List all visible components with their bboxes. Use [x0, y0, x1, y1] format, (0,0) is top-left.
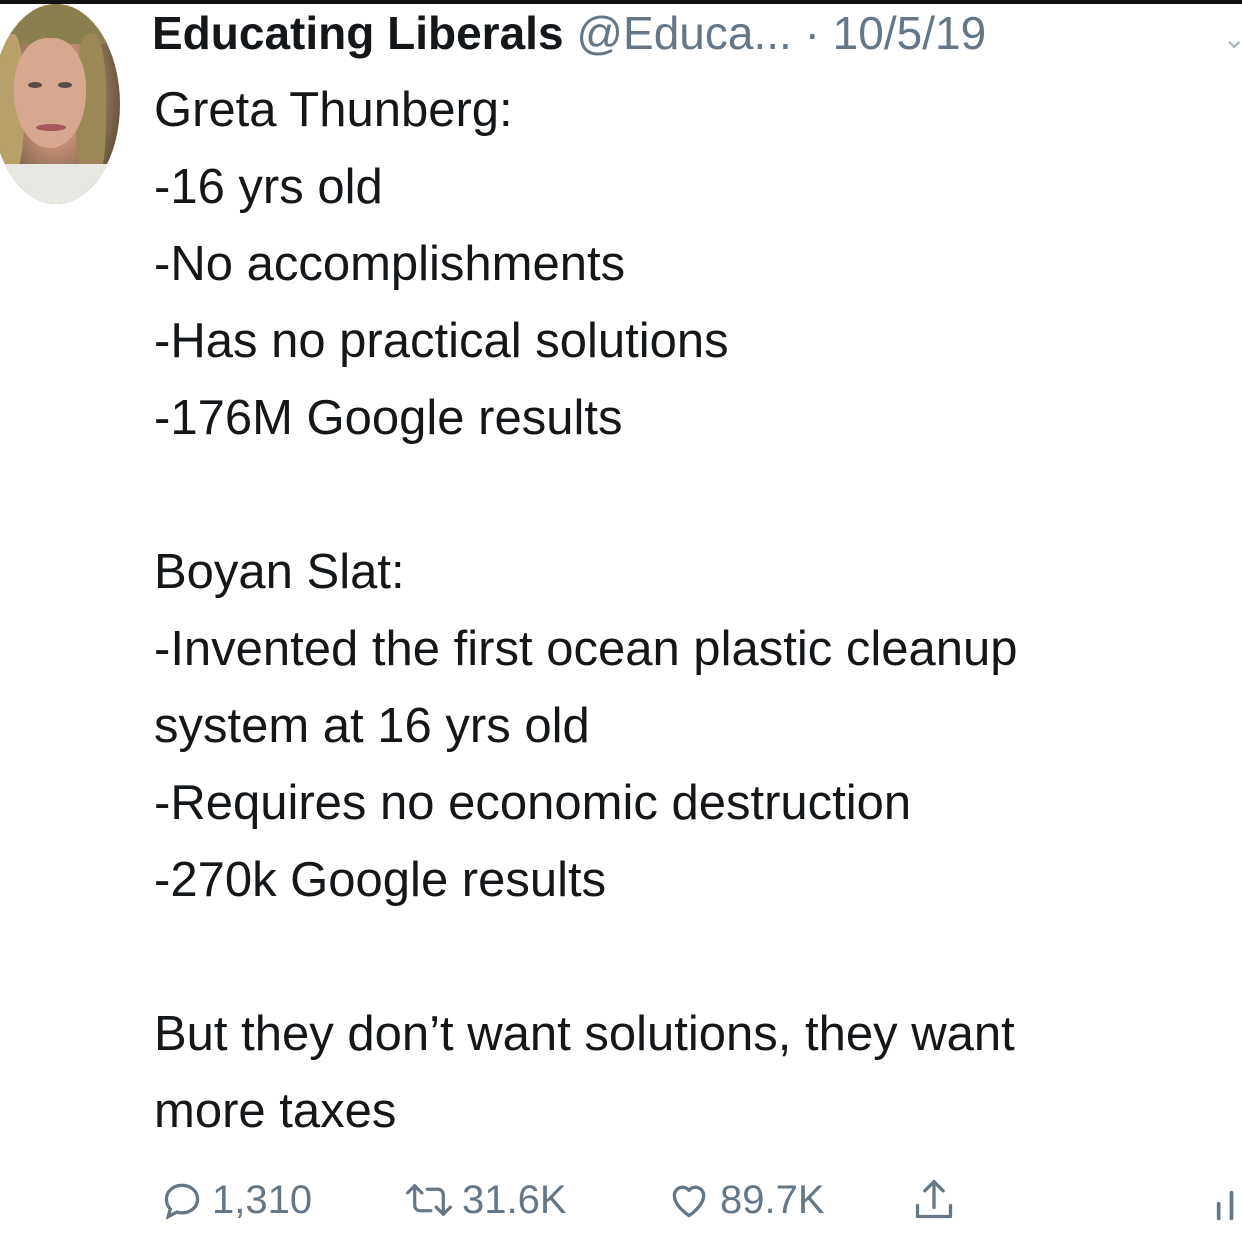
- top-edge: [0, 0, 1242, 4]
- tweet-actions: 1,310 31.6K 89.7K: [160, 1170, 1242, 1230]
- like-count: 89.7K: [720, 1177, 825, 1222]
- reply-icon: [160, 1178, 204, 1222]
- heart-icon: [666, 1178, 712, 1222]
- reply-button[interactable]: 1,310: [160, 1170, 312, 1230]
- tweet-header: Educating Liberals @Educa... · 10/5/19 ⌄: [152, 8, 1242, 58]
- avatar-eye: [28, 82, 42, 88]
- analytics-button[interactable]: [1210, 1170, 1242, 1230]
- tweet-text: Greta Thunberg: -16 yrs old -No accompli…: [154, 72, 1242, 1150]
- handle[interactable]: @Educa...: [576, 7, 791, 59]
- share-button[interactable]: [912, 1170, 956, 1230]
- tweet-line: system at 16 yrs old: [154, 699, 590, 753]
- tweet-line: -No accomplishments: [154, 237, 626, 291]
- tweet-line: -270k Google results: [154, 853, 607, 907]
- avatar-face: [14, 38, 86, 148]
- analytics-icon: [1210, 1178, 1242, 1222]
- share-icon: [912, 1176, 956, 1224]
- chevron-down-icon[interactable]: ⌄: [1223, 14, 1242, 64]
- avatar[interactable]: [0, 4, 120, 204]
- tweet-line: -Has no practical solutions: [154, 314, 729, 368]
- like-button[interactable]: 89.7K: [666, 1170, 825, 1230]
- tweet-line: Greta Thunberg:: [154, 83, 513, 137]
- avatar-eye: [58, 82, 72, 88]
- reply-count: 1,310: [212, 1177, 313, 1222]
- tweet-line: Boyan Slat:: [154, 545, 405, 599]
- tweet-line: -Requires no economic destruction: [154, 776, 912, 830]
- tweet-line: -176M Google results: [154, 391, 623, 445]
- retweet-count: 31.6K: [462, 1177, 567, 1222]
- tweet-line: -16 yrs old: [154, 160, 383, 214]
- separator: ·: [804, 7, 820, 59]
- retweet-button[interactable]: 31.6K: [404, 1170, 567, 1230]
- avatar-shirt: [0, 164, 120, 204]
- retweet-icon: [404, 1178, 454, 1222]
- display-name[interactable]: Educating Liberals: [152, 7, 564, 59]
- tweet-line: more taxes: [154, 1084, 397, 1138]
- tweet-line: But they don’t want solutions, they want: [154, 1007, 1015, 1061]
- tweet-line: -Invented the first ocean plastic cleanu…: [154, 622, 1018, 676]
- avatar-mouth: [36, 124, 66, 131]
- tweet-date[interactable]: 10/5/19: [833, 7, 986, 59]
